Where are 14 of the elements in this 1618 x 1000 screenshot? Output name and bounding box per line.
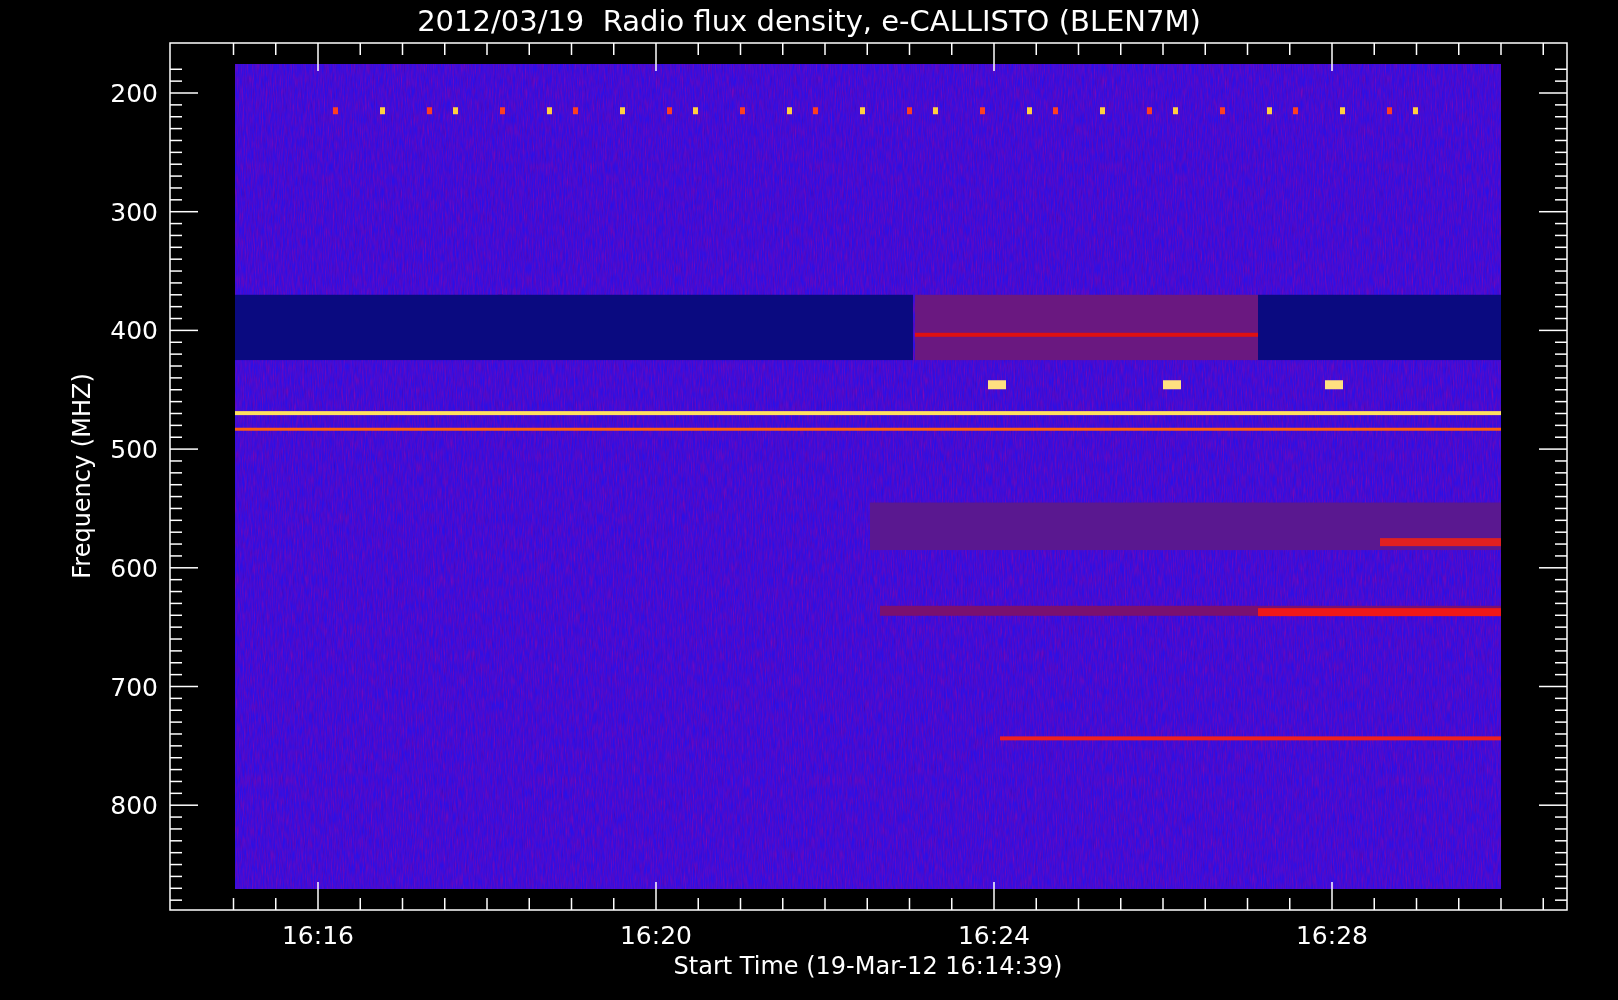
y-tick-label: 800 bbox=[110, 791, 158, 821]
x-tick-label: 16:28 bbox=[1296, 921, 1368, 950]
y-axis-label: Frequency (MHZ) bbox=[68, 373, 96, 579]
y-tick-label: 200 bbox=[110, 79, 158, 108]
x-tick-label: 16:16 bbox=[282, 921, 354, 950]
chart-title: 2012/03/19 Radio flux density, e-CALLISTO (BLEN7M) bbox=[417, 3, 1201, 40]
y-tick-label: 600 bbox=[110, 553, 158, 583]
y-tick-label: 400 bbox=[110, 316, 158, 346]
x-axis-label: Start Time (19-Mar-12 16:14:39) bbox=[673, 952, 1063, 980]
x-tick-label: 16:20 bbox=[620, 921, 692, 950]
y-tick-label: 300 bbox=[110, 197, 158, 227]
y-tick-label: 500 bbox=[110, 435, 158, 465]
x-tick-label: 16:24 bbox=[958, 921, 1030, 950]
y-tick-label: 700 bbox=[110, 672, 158, 702]
